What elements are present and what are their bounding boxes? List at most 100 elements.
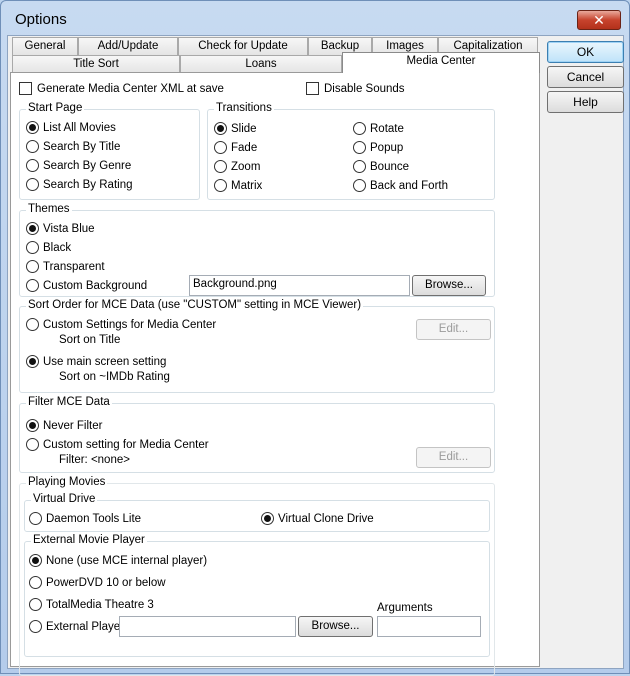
radio-selected-icon[interactable]: [26, 355, 39, 368]
playing-movies-title: Playing Movies: [26, 476, 108, 488]
sort-edit-button[interactable]: Edit...: [416, 319, 491, 340]
virtual-drive-title: Virtual Drive: [31, 493, 98, 505]
radio-icon[interactable]: [353, 122, 366, 135]
tab-general[interactable]: General: [12, 37, 78, 55]
radio-icon[interactable]: [26, 438, 39, 451]
radio-icon[interactable]: [26, 178, 39, 191]
disable-sounds-checkbox-row[interactable]: Disable Sounds: [306, 82, 405, 95]
start-page-option[interactable]: List All Movies: [26, 121, 116, 134]
tab-loans[interactable]: Loans: [180, 55, 342, 73]
radio-icon[interactable]: [26, 140, 39, 153]
generate-xml-checkbox-row[interactable]: Generate Media Center XML at save: [19, 82, 224, 95]
radio-selected-icon[interactable]: [29, 554, 42, 567]
daemon-tools-option[interactable]: Daemon Tools Lite: [29, 512, 141, 525]
generate-xml-checkbox[interactable]: [19, 82, 32, 95]
radio-icon[interactable]: [353, 160, 366, 173]
arguments-input[interactable]: [377, 616, 481, 637]
start-page-option-label: Search By Title: [43, 140, 121, 153]
start-page-option-label: List All Movies: [43, 121, 116, 134]
radio-icon[interactable]: [353, 141, 366, 154]
start-page-option-label: Search By Genre: [43, 159, 132, 172]
start-page-option[interactable]: Search By Genre: [26, 159, 131, 172]
transition-option-label: Matrix: [231, 179, 263, 192]
external-player-option[interactable]: None (use MCE internal player): [29, 554, 207, 567]
filter-edit-button[interactable]: Edit...: [416, 447, 491, 468]
radio-icon[interactable]: [214, 179, 227, 192]
transition-option[interactable]: Rotate: [353, 122, 404, 135]
start-page-option[interactable]: Search By Title: [26, 140, 120, 153]
external-player-option[interactable]: External Player:: [29, 620, 127, 633]
transition-option-label: Rotate: [370, 122, 404, 135]
theme-option[interactable]: Custom Background: [26, 279, 147, 292]
radio-selected-icon[interactable]: [26, 121, 39, 134]
external-player-option-label: External Player:: [46, 620, 128, 633]
transition-option[interactable]: Fade: [214, 141, 257, 154]
tab-add-update[interactable]: Add/Update: [78, 37, 178, 55]
radio-icon[interactable]: [29, 620, 42, 633]
background-browse-button[interactable]: Browse...: [412, 275, 486, 296]
radio-icon[interactable]: [214, 160, 227, 173]
transition-option[interactable]: Slide: [214, 122, 257, 135]
radio-icon[interactable]: [29, 576, 42, 589]
ok-button[interactable]: OK: [547, 41, 624, 63]
external-player-option[interactable]: TotalMedia Theatre 3: [29, 598, 154, 611]
theme-option-label: Transparent: [43, 260, 105, 273]
themes-title: Themes: [26, 203, 72, 215]
external-player-group: External Movie Player None (use MCE inte…: [24, 534, 490, 657]
help-button[interactable]: Help: [547, 91, 624, 113]
sort-main-option[interactable]: Use main screen setting: [26, 355, 166, 368]
start-page-option[interactable]: Search By Rating: [26, 178, 133, 191]
radio-selected-icon[interactable]: [214, 122, 227, 135]
sort-custom-option[interactable]: Custom Settings for Media Center: [26, 318, 216, 331]
sort-order-title: Sort Order for MCE Data (use "CUSTOM" se…: [26, 299, 364, 311]
transition-option[interactable]: Matrix: [214, 179, 262, 192]
title-bar: Options ✕: [1, 1, 629, 35]
external-player-path-input[interactable]: [119, 616, 296, 637]
radio-icon[interactable]: [26, 241, 39, 254]
theme-option[interactable]: Vista Blue: [26, 222, 95, 235]
radio-icon[interactable]: [214, 141, 227, 154]
transition-option[interactable]: Zoom: [214, 160, 260, 173]
radio-selected-icon[interactable]: [26, 419, 39, 432]
virtual-drive-group: Virtual Drive Daemon Tools Lite Virtual …: [24, 493, 490, 532]
filter-custom-label: Custom setting for Media Center: [43, 438, 209, 451]
radio-icon[interactable]: [26, 279, 39, 292]
radio-icon[interactable]: [29, 512, 42, 525]
disable-sounds-checkbox[interactable]: [306, 82, 319, 95]
cancel-button[interactable]: Cancel: [547, 66, 624, 88]
options-window: Options ✕ General Add/Update Check for U…: [0, 0, 630, 676]
external-player-option[interactable]: PowerDVD 10 or below: [29, 576, 166, 589]
virtual-clone-option[interactable]: Virtual Clone Drive: [261, 512, 374, 525]
transition-option[interactable]: Bounce: [353, 160, 409, 173]
theme-option[interactable]: Transparent: [26, 260, 105, 273]
themes-group: Themes Vista Blue Black Transparent Cust…: [19, 203, 495, 297]
filter-title: Filter MCE Data: [26, 396, 112, 408]
radio-selected-icon[interactable]: [261, 512, 274, 525]
radio-icon[interactable]: [29, 598, 42, 611]
background-file-input[interactable]: Background.png: [189, 275, 410, 296]
transition-option[interactable]: Back and Forth: [353, 179, 448, 192]
window-title: Options: [15, 11, 67, 28]
radio-icon[interactable]: [26, 260, 39, 273]
browse-label: Browse...: [425, 279, 473, 291]
filter-never-label: Never Filter: [43, 419, 103, 432]
start-page-option-label: Search By Rating: [43, 178, 133, 191]
transition-option-label: Slide: [231, 122, 257, 135]
transition-option[interactable]: Popup: [353, 141, 403, 154]
theme-option[interactable]: Black: [26, 241, 71, 254]
generate-xml-label: Generate Media Center XML at save: [37, 82, 224, 95]
sort-custom-label: Custom Settings for Media Center: [43, 318, 217, 331]
radio-icon[interactable]: [26, 159, 39, 172]
tab-check-for-update[interactable]: Check for Update: [178, 37, 308, 55]
filter-custom-option[interactable]: Custom setting for Media Center: [26, 438, 209, 451]
radio-selected-icon[interactable]: [26, 222, 39, 235]
external-player-browse-button[interactable]: Browse...: [298, 616, 373, 637]
radio-icon[interactable]: [26, 318, 39, 331]
transition-option-label: Zoom: [231, 160, 261, 173]
browse-label: Browse...: [311, 620, 360, 632]
tab-title-sort[interactable]: Title Sort: [12, 55, 180, 73]
tab-media-center[interactable]: Media Center: [342, 52, 540, 73]
close-button[interactable]: ✕: [577, 10, 621, 30]
radio-icon[interactable]: [353, 179, 366, 192]
filter-never-option[interactable]: Never Filter: [26, 419, 102, 432]
